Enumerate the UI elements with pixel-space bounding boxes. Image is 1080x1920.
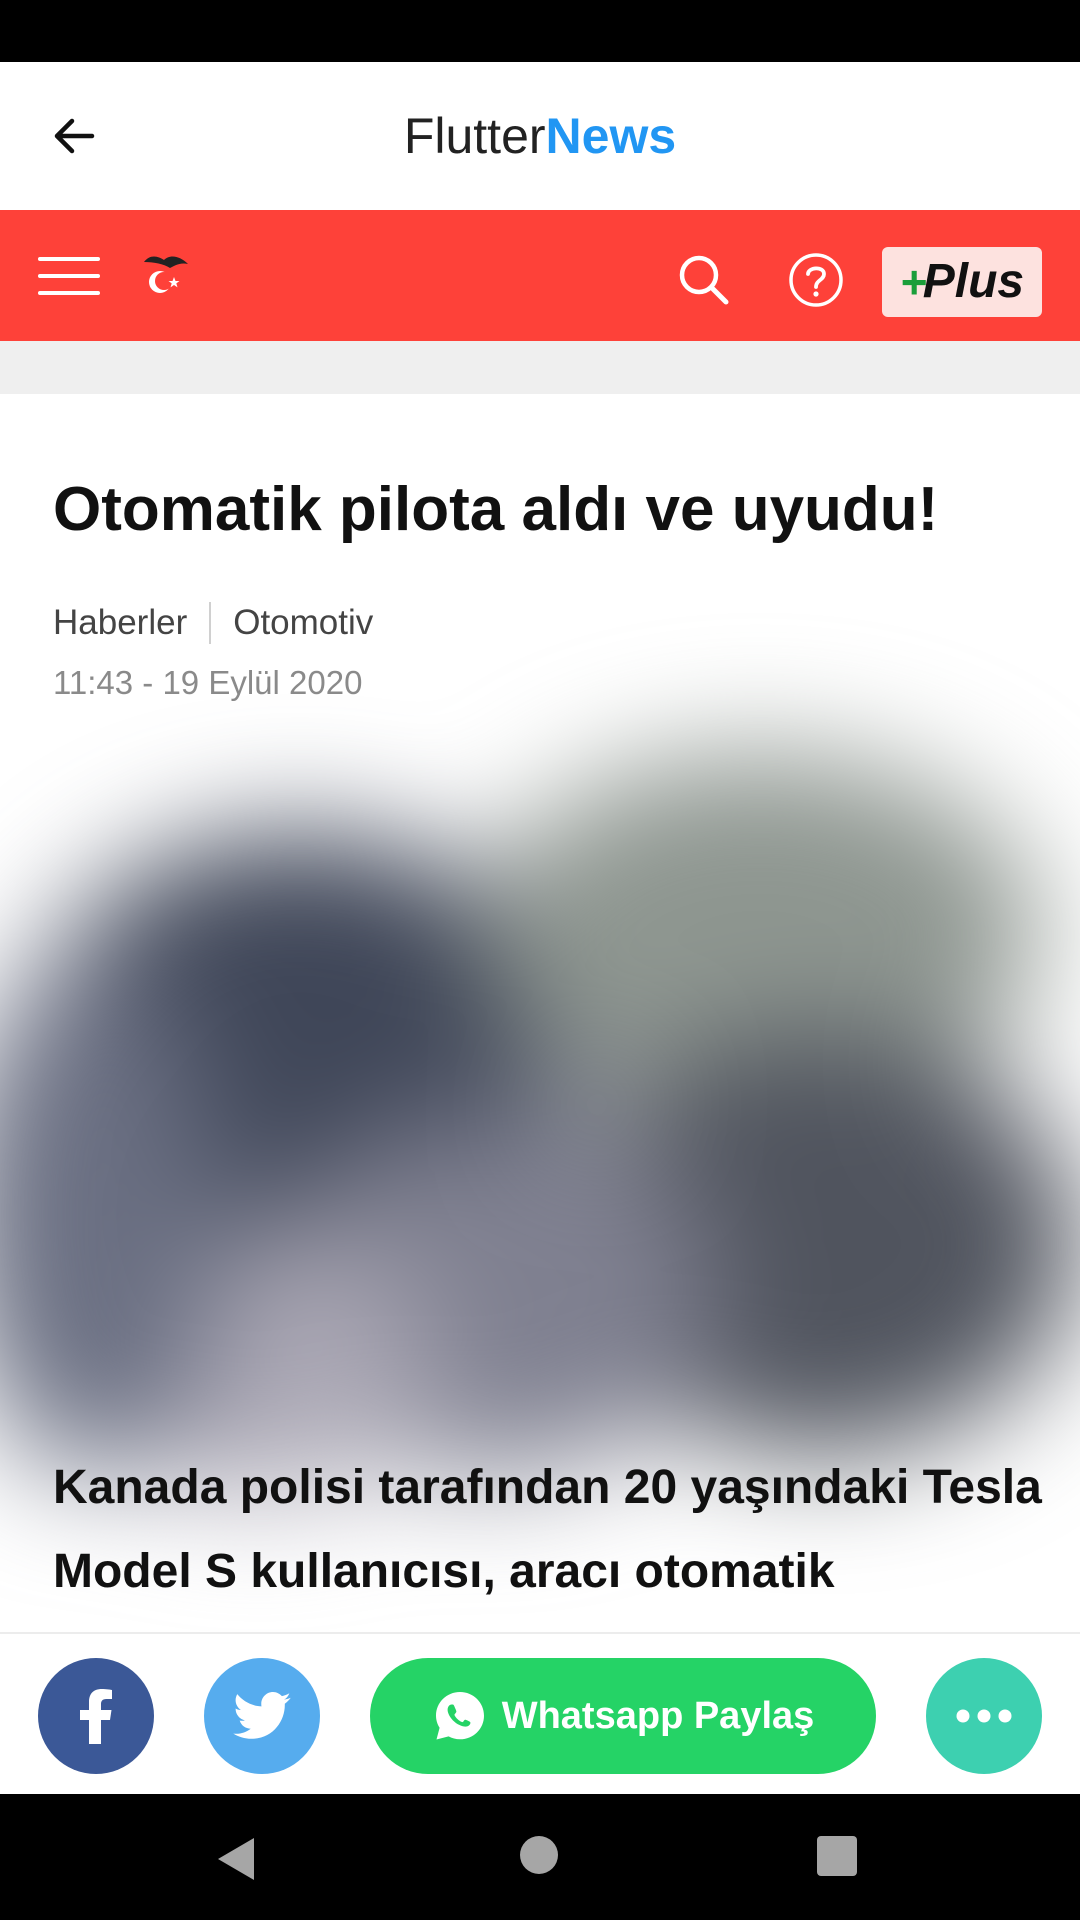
search-button[interactable] bbox=[676, 252, 732, 308]
share-bar: Whatsapp Paylaş bbox=[0, 1632, 1080, 1794]
brand-part-news: News bbox=[545, 108, 677, 164]
help-button[interactable] bbox=[788, 252, 844, 308]
divider-strip bbox=[0, 341, 1080, 394]
brand-part-flutter: Flutter bbox=[403, 108, 546, 164]
system-navigation-bar bbox=[0, 1794, 1080, 1920]
whatsapp-share-button[interactable]: Whatsapp Paylaş bbox=[370, 1658, 876, 1774]
status-bar bbox=[0, 0, 1080, 62]
question-circle-icon bbox=[789, 253, 843, 307]
twitter-icon bbox=[233, 1692, 291, 1739]
nav-home-circle-icon[interactable] bbox=[520, 1836, 558, 1874]
menu-button[interactable] bbox=[38, 255, 100, 297]
app-bar: FlutterNews bbox=[0, 62, 1080, 210]
plus-label: Plus bbox=[922, 255, 1025, 308]
article-date: 11:43 - 19 Eylül 2020 bbox=[53, 664, 363, 701]
plus-subscription-button[interactable]: + Plus bbox=[882, 247, 1042, 317]
search-icon bbox=[679, 255, 729, 305]
category-separator bbox=[209, 602, 212, 644]
whatsapp-icon bbox=[435, 1692, 484, 1740]
nav-recents-square-icon[interactable] bbox=[817, 1836, 857, 1876]
article-lead: Kanada polisi tarafından 20 yaşındaki Te… bbox=[53, 1461, 1042, 1598]
article-image bbox=[0, 694, 1080, 1554]
more-share-button[interactable] bbox=[926, 1658, 1042, 1774]
site-logo[interactable] bbox=[140, 250, 192, 302]
main-toolbar: + Plus bbox=[0, 210, 1080, 341]
twitter-share-button[interactable] bbox=[204, 1658, 320, 1774]
crescent-star-logo-icon bbox=[144, 256, 188, 293]
whatsapp-share-label: Whatsapp Paylaş bbox=[501, 1694, 815, 1737]
article-content[interactable]: Otomatik pilota aldı ve uyudu! Haberler … bbox=[0, 394, 1080, 1632]
more-dots-icon bbox=[956, 1709, 1012, 1723]
facebook-icon bbox=[80, 1689, 112, 1744]
article-title: Otomatik pilota aldı ve uyudu! bbox=[53, 475, 939, 544]
article-categories: Haberler Otomotiv bbox=[53, 602, 373, 644]
app-brand: FlutterNews bbox=[0, 104, 1080, 168]
subcategory-link[interactable]: Otomotiv bbox=[233, 603, 373, 643]
nav-back-triangle-icon[interactable] bbox=[214, 1836, 260, 1882]
category-link[interactable]: Haberler bbox=[53, 603, 187, 643]
facebook-share-button[interactable] bbox=[38, 1658, 154, 1774]
